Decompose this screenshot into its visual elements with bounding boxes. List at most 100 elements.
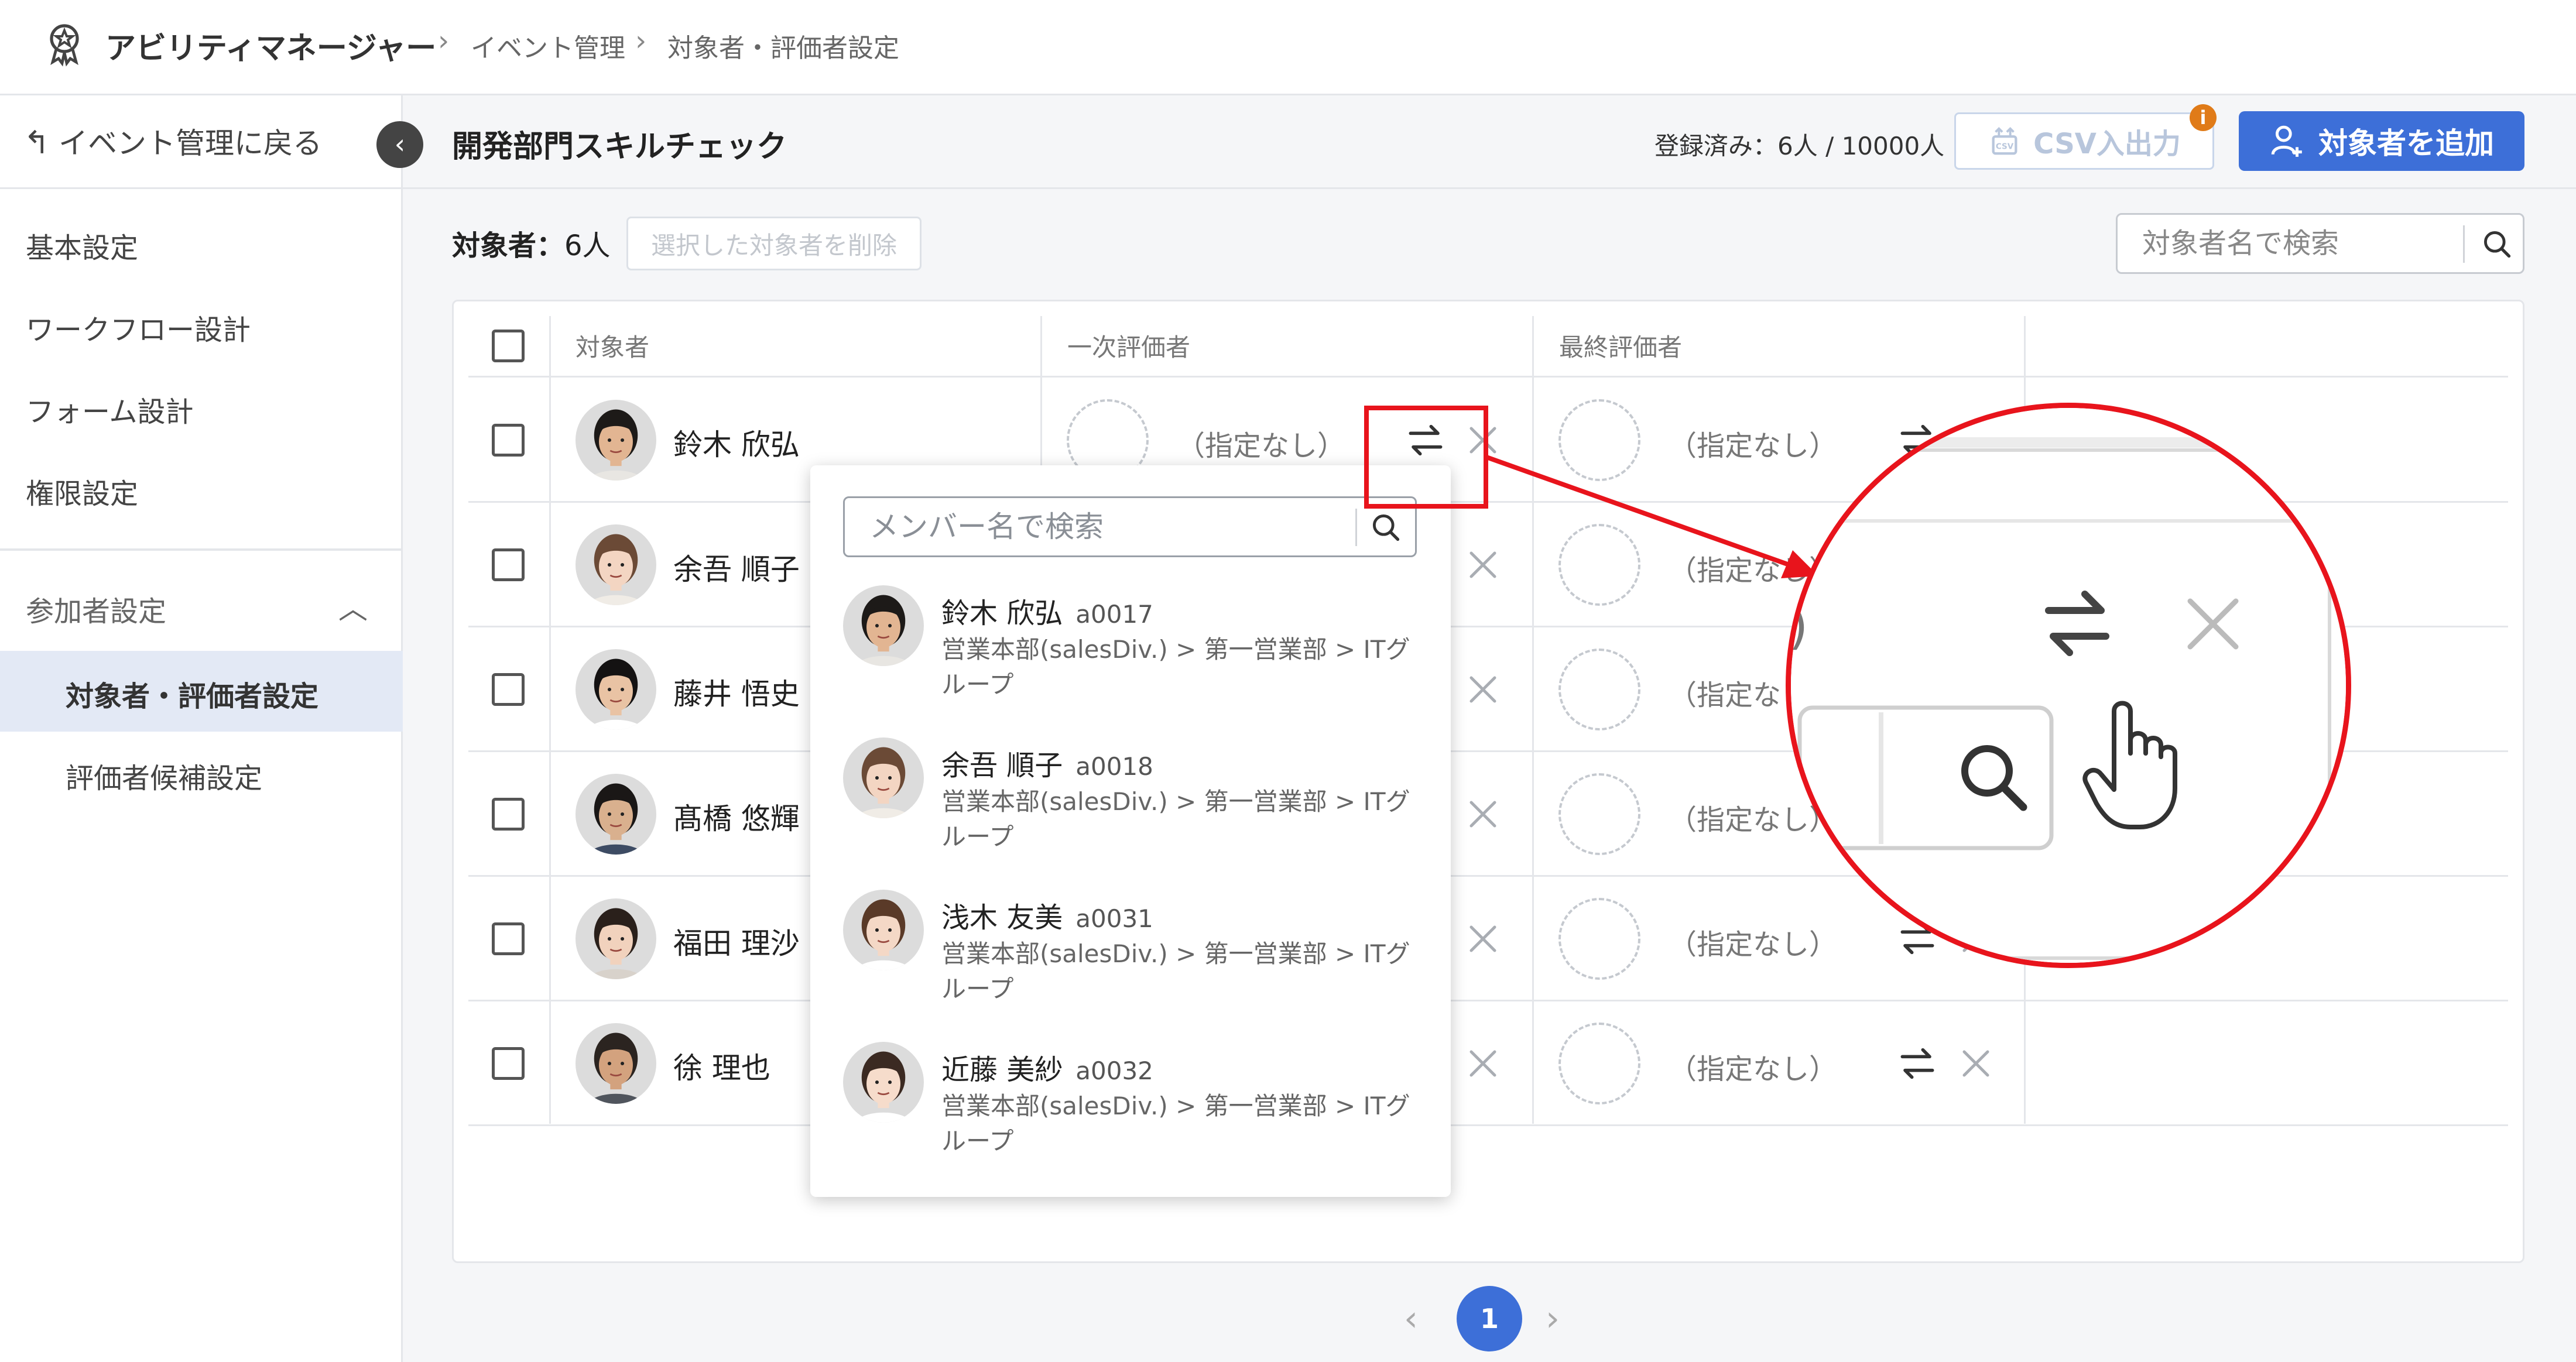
member-name: 余吾 順子 — [941, 749, 1063, 782]
search-icon[interactable] — [1369, 511, 1402, 544]
column-header-final-evaluator: 最終評価者 — [1559, 333, 1683, 362]
annotation-arrow — [1484, 454, 1818, 578]
member-search-input[interactable] — [845, 498, 1354, 555]
member-name-row: 余吾 順子 a0018 — [941, 742, 1153, 783]
targets-count-value: 6人 — [564, 229, 611, 262]
csv-button-label: CSV入出力 — [2033, 128, 2181, 160]
target-name: 藤井 悟史 — [673, 677, 800, 711]
close-icon[interactable] — [1468, 675, 1498, 704]
row-checkbox[interactable] — [492, 922, 525, 955]
avatar — [576, 399, 656, 481]
divider — [0, 187, 403, 189]
avatar — [843, 585, 924, 666]
close-icon[interactable] — [1468, 924, 1498, 953]
person-photo — [576, 1023, 656, 1104]
divider — [468, 1124, 2508, 1126]
targets-label: 対象者： — [452, 229, 565, 262]
page-button-current[interactable]: 1 — [1457, 1286, 1522, 1351]
column-header-target: 対象者 — [576, 333, 650, 362]
sidebar-item-workflow[interactable]: ワークフロー設計 — [26, 307, 251, 348]
row-checkbox[interactable] — [492, 548, 525, 581]
member-org: 営業本部(salesDiv.) > 第一営業部 > ITグループ — [941, 787, 1410, 851]
target-name: 福田 理沙 — [673, 926, 800, 960]
select-all-checkbox[interactable] — [492, 330, 525, 362]
person-photo — [576, 399, 656, 481]
app-title[interactable]: アビリティマネージャー — [105, 23, 436, 67]
row-checkbox[interactable] — [492, 797, 525, 831]
person-photo — [843, 737, 924, 818]
member-name: 鈴木 欣弘 — [941, 597, 1063, 630]
search-icon[interactable] — [2481, 228, 2513, 260]
evaluator-placeholder-avatar — [1558, 648, 1640, 730]
member-org: 営業本部(salesDiv.) > 第一営業部 > ITグループ — [941, 635, 1410, 699]
zoom-callout: ) — [1786, 403, 2351, 968]
evaluator-placeholder-avatar — [1558, 897, 1640, 980]
evaluator-placeholder-avatar — [1558, 773, 1640, 855]
row-checkbox[interactable] — [492, 1047, 525, 1080]
member-id: a0031 — [1075, 904, 1153, 933]
member-id: a0032 — [1075, 1056, 1153, 1085]
swap-icon[interactable] — [1897, 1043, 1938, 1084]
delete-selected-button[interactable]: 選択した対象者を削除 — [626, 217, 922, 270]
person-photo — [843, 585, 924, 666]
member-search — [843, 496, 1417, 557]
add-target-button[interactable]: 対象者を追加 — [2239, 111, 2524, 171]
member-org: 営業本部(salesDiv.) > 第一営業部 > ITグループ — [941, 1092, 1410, 1155]
prev-page-button[interactable]: ‹ — [1404, 1298, 1418, 1339]
avatar — [576, 649, 656, 730]
divider — [1355, 509, 1357, 546]
back-to-events-link[interactable]: ↰ イベント管理に戻る — [23, 120, 322, 162]
divider — [0, 548, 403, 551]
chevron-right-icon: › — [635, 25, 647, 57]
csv-io-button[interactable]: CSV CSV入出力 — [1954, 112, 2214, 170]
highlight-box — [1364, 406, 1488, 509]
person-photo — [576, 649, 656, 730]
member-org: 営業本部(salesDiv.) > 第一営業部 > ITグループ — [941, 939, 1410, 1003]
avatar — [843, 1042, 924, 1123]
close-icon[interactable] — [1468, 1049, 1498, 1078]
final-evaluator-unassigned: （指定なし） — [1669, 1052, 1838, 1086]
member-name-row: 浅木 友美 a0031 — [941, 894, 1153, 935]
chevron-up-icon[interactable]: ︿ — [338, 585, 368, 627]
person-photo — [843, 1042, 924, 1123]
avatar — [843, 890, 924, 970]
next-page-button[interactable]: › — [1546, 1298, 1560, 1339]
target-name: 髙橋 悠輝 — [673, 801, 800, 836]
target-name: 余吾 順子 — [673, 552, 800, 586]
sidebar-item-targets-label: 対象者・評価者設定 — [66, 680, 319, 713]
target-search — [2116, 213, 2524, 274]
target-search-input[interactable] — [2118, 215, 2463, 272]
add-target-label: 対象者を追加 — [2318, 126, 2494, 160]
column-header-primary-evaluator: 一次評価者 — [1067, 333, 1191, 362]
avatar — [576, 1023, 656, 1104]
member-name-row: 近藤 美紗 a0032 — [941, 1047, 1153, 1087]
sidebar-item-form[interactable]: フォーム設計 — [26, 389, 194, 430]
breadcrumb-event-management[interactable]: イベント管理 — [471, 27, 625, 64]
target-name: 鈴木 欣弘 — [673, 427, 800, 462]
sidebar-item-evaluator-candidates[interactable]: 評価者候補設定 — [66, 755, 262, 796]
sidebar-item-basic-settings[interactable]: 基本設定 — [26, 225, 138, 266]
primary-evaluator-unassigned: （指定なし） — [1177, 429, 1346, 462]
row-checkbox[interactable] — [492, 423, 525, 457]
chevron-left-icon: ‹ — [394, 128, 406, 160]
add-user-icon — [2271, 125, 2302, 157]
sidebar-item-permissions[interactable]: 権限設定 — [26, 471, 138, 512]
person-photo — [576, 773, 656, 855]
member-name-row: 鈴木 欣弘 a0017 — [941, 590, 1153, 631]
member-name: 近藤 美紗 — [941, 1054, 1063, 1086]
svg-text:CSV: CSV — [1996, 142, 2014, 152]
back-label: イベント管理に戻る — [59, 126, 322, 160]
csv-file-icon: CSV — [1992, 126, 2017, 155]
sidebar-group-participants[interactable]: 参加者設定 — [26, 588, 166, 629]
divider — [403, 187, 2576, 189]
zoom-callout-content: ) — [1791, 408, 2346, 963]
award-badge-icon — [50, 24, 79, 67]
evaluator-placeholder-avatar — [1558, 1022, 1640, 1104]
close-icon[interactable] — [1961, 1049, 1991, 1078]
close-icon[interactable] — [1468, 800, 1498, 829]
avatar — [576, 898, 656, 979]
collapse-sidebar-button[interactable]: ‹ — [376, 121, 423, 168]
registered-count: 登録済み：6人 / 10000人 — [1654, 132, 1945, 160]
row-checkbox[interactable] — [492, 673, 525, 706]
avatar — [843, 737, 924, 818]
